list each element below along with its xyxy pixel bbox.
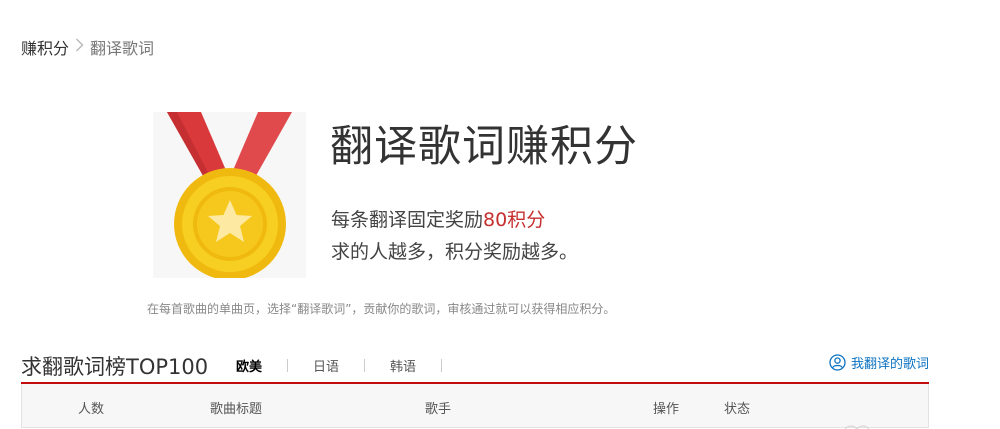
- breadcrumb: 赚积分 翻译歌词: [21, 36, 154, 58]
- column-header-action: 操作: [653, 402, 680, 417]
- breadcrumb-earn-points[interactable]: 赚积分: [21, 35, 69, 59]
- tab-divider: [441, 359, 443, 372]
- gold-medal-icon: [153, 112, 306, 280]
- column-header-status: 状态: [724, 402, 751, 417]
- tab-divider: [364, 359, 366, 372]
- hero-title: 翻译歌词赚积分: [330, 122, 638, 172]
- tab-korean[interactable]: 韩语: [388, 356, 418, 375]
- floating-widget-icon[interactable]: [843, 420, 873, 429]
- reward-note: 求的人越多，积分奖励越多。: [331, 241, 579, 263]
- tab-western[interactable]: 欧美: [234, 356, 264, 375]
- column-header-count: 人数: [78, 402, 105, 417]
- column-header-artist: 歌手: [425, 402, 452, 417]
- tab-japanese[interactable]: 日语: [311, 356, 341, 375]
- reward-description: 每条翻译固定奖励80积分: [331, 205, 545, 232]
- board-header: 求翻歌词榜TOP100 欧美 日语 韩语 我翻译的歌词: [21, 348, 929, 382]
- tab-divider: [287, 359, 289, 372]
- breadcrumb-chevron-icon: [75, 38, 84, 56]
- my-translations-label: 我翻译的歌词: [850, 357, 929, 372]
- instruction-hint: 在每首歌曲的单曲页，选择“翻译歌词”，贡献你的歌词，审核通过就可以获得相应积分。: [147, 302, 616, 316]
- breadcrumb-current: 翻译歌词: [90, 39, 155, 58]
- table-header: 人数 歌曲标题 歌手 操作 状态: [21, 384, 929, 428]
- reward-text: 每条翻译固定奖励: [331, 209, 484, 231]
- reward-points: 80积分: [483, 209, 546, 231]
- board-title: 求翻歌词榜TOP100: [21, 355, 209, 379]
- column-header-song-title: 歌曲标题: [210, 402, 263, 417]
- language-tabs: 欧美 日语 韩语: [234, 356, 465, 375]
- my-translations-link[interactable]: 我翻译的歌词: [829, 353, 929, 372]
- user-circle-icon: [829, 354, 846, 371]
